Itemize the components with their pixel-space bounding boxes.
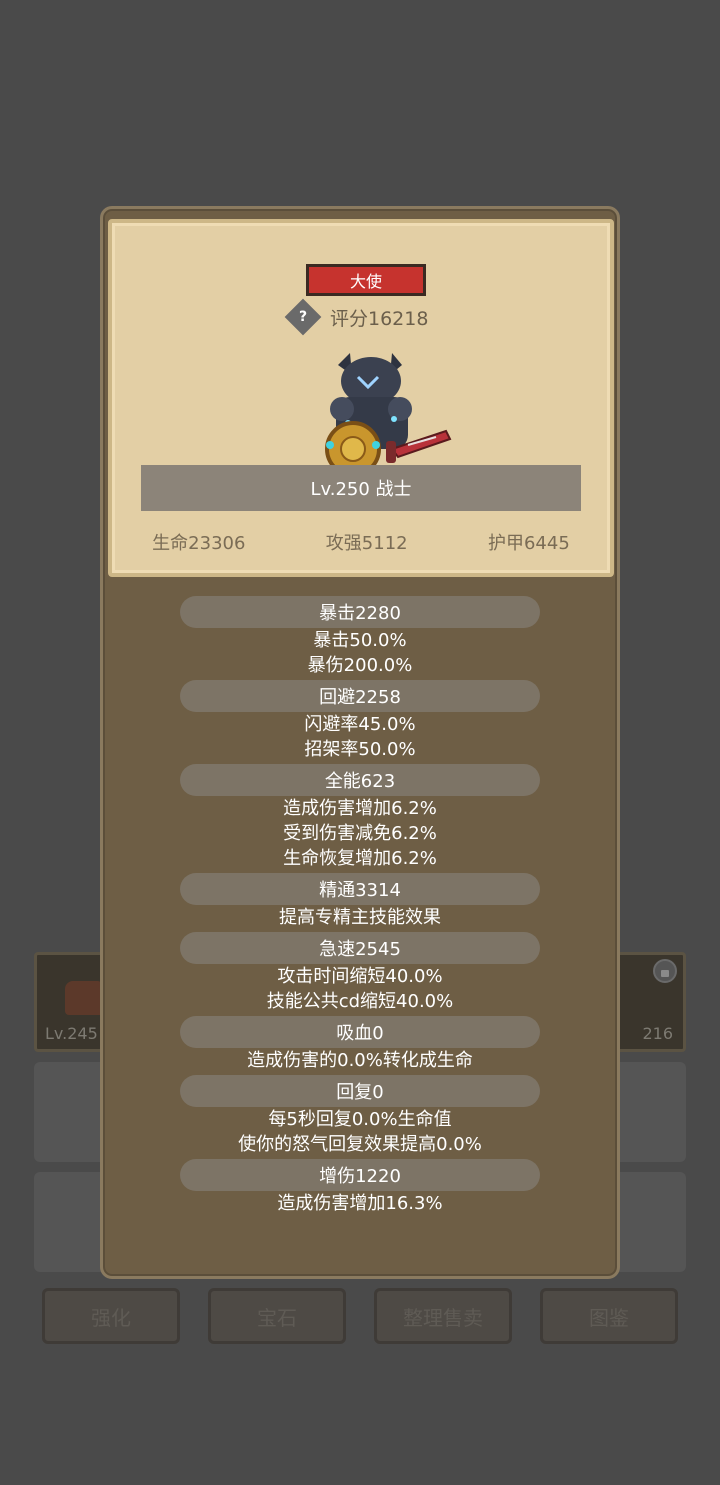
equipment-slot-right[interactable]: 216 — [610, 952, 686, 1052]
hero-summary-panel: 大使 ? 评分16218 Lv.250 战士 生命23306 攻强5112 护甲… — [108, 219, 614, 577]
gem-button[interactable]: 宝石 — [208, 1288, 346, 1344]
rank-badge: 大使 — [306, 264, 426, 296]
group-dodge-title: 回避2258 — [180, 680, 540, 712]
group-regen-title: 回复0 — [180, 1075, 540, 1107]
group-versatility-title: 全能623 — [180, 764, 540, 796]
stat-armor: 护甲6445 — [487, 533, 570, 554]
lock-icon — [653, 959, 677, 983]
help-icon[interactable]: ? — [284, 298, 322, 336]
attribute-line: 受到伤害减免6.2% — [283, 823, 437, 844]
group-damage-bonus-title: 增伤1220 — [180, 1159, 540, 1191]
attribute-line: 生命恢复增加6.2% — [283, 848, 437, 869]
sort-sell-button[interactable]: 整理售卖 — [374, 1288, 512, 1344]
attribute-line: 暴伤200.0% — [307, 655, 413, 676]
attribute-line: 每5秒回复0.0%生命值 — [268, 1109, 452, 1130]
codex-button[interactable]: 图鉴 — [540, 1288, 678, 1344]
slot-level: Lv.245 — [45, 1024, 98, 1043]
attribute-line: 提高专精主技能效果 — [279, 907, 441, 928]
stat-hp: 生命23306 — [152, 533, 246, 554]
level-class-bar: Lv.250 战士 — [141, 465, 581, 511]
base-stats: 生命23306 攻强5112 护甲6445 — [112, 529, 610, 555]
attribute-list: 暴击2280 暴击50.0% 暴伤200.0% 回避2258 闪避率45.0% … — [103, 594, 617, 1216]
attribute-line: 攻击时间缩短40.0% — [277, 966, 443, 987]
attribute-line: 闪避率45.0% — [304, 714, 416, 735]
equipment-icon — [65, 981, 105, 1015]
group-crit-title: 暴击2280 — [180, 596, 540, 628]
attribute-line: 造成伤害的0.0%转化成生命 — [247, 1050, 473, 1071]
attribute-line: 暴击50.0% — [313, 630, 407, 651]
score-value: 评分16218 — [330, 307, 429, 330]
group-mastery-title: 精通3314 — [180, 873, 540, 905]
group-lifesteal-title: 吸血0 — [180, 1016, 540, 1048]
attribute-line: 造成伤害增加16.3% — [277, 1193, 443, 1214]
enhance-button[interactable]: 强化 — [42, 1288, 180, 1344]
slot-level: 216 — [642, 1024, 673, 1043]
attribute-line: 技能公共cd缩短40.0% — [266, 991, 454, 1012]
score-row: ? 评分16218 — [284, 298, 429, 336]
hero-detail-card: 大使 ? 评分16218 Lv.250 战士 生命23306 攻强5112 护甲… — [100, 206, 620, 1279]
knight-hero-icon — [325, 353, 452, 477]
stat-attack: 攻强5112 — [325, 533, 408, 554]
group-haste-title: 急速2545 — [180, 932, 540, 964]
attribute-line: 招架率50.0% — [304, 739, 416, 760]
attribute-line: 造成伤害增加6.2% — [283, 798, 437, 819]
attribute-line: 使你的怒气回复效果提高0.0% — [238, 1134, 482, 1155]
